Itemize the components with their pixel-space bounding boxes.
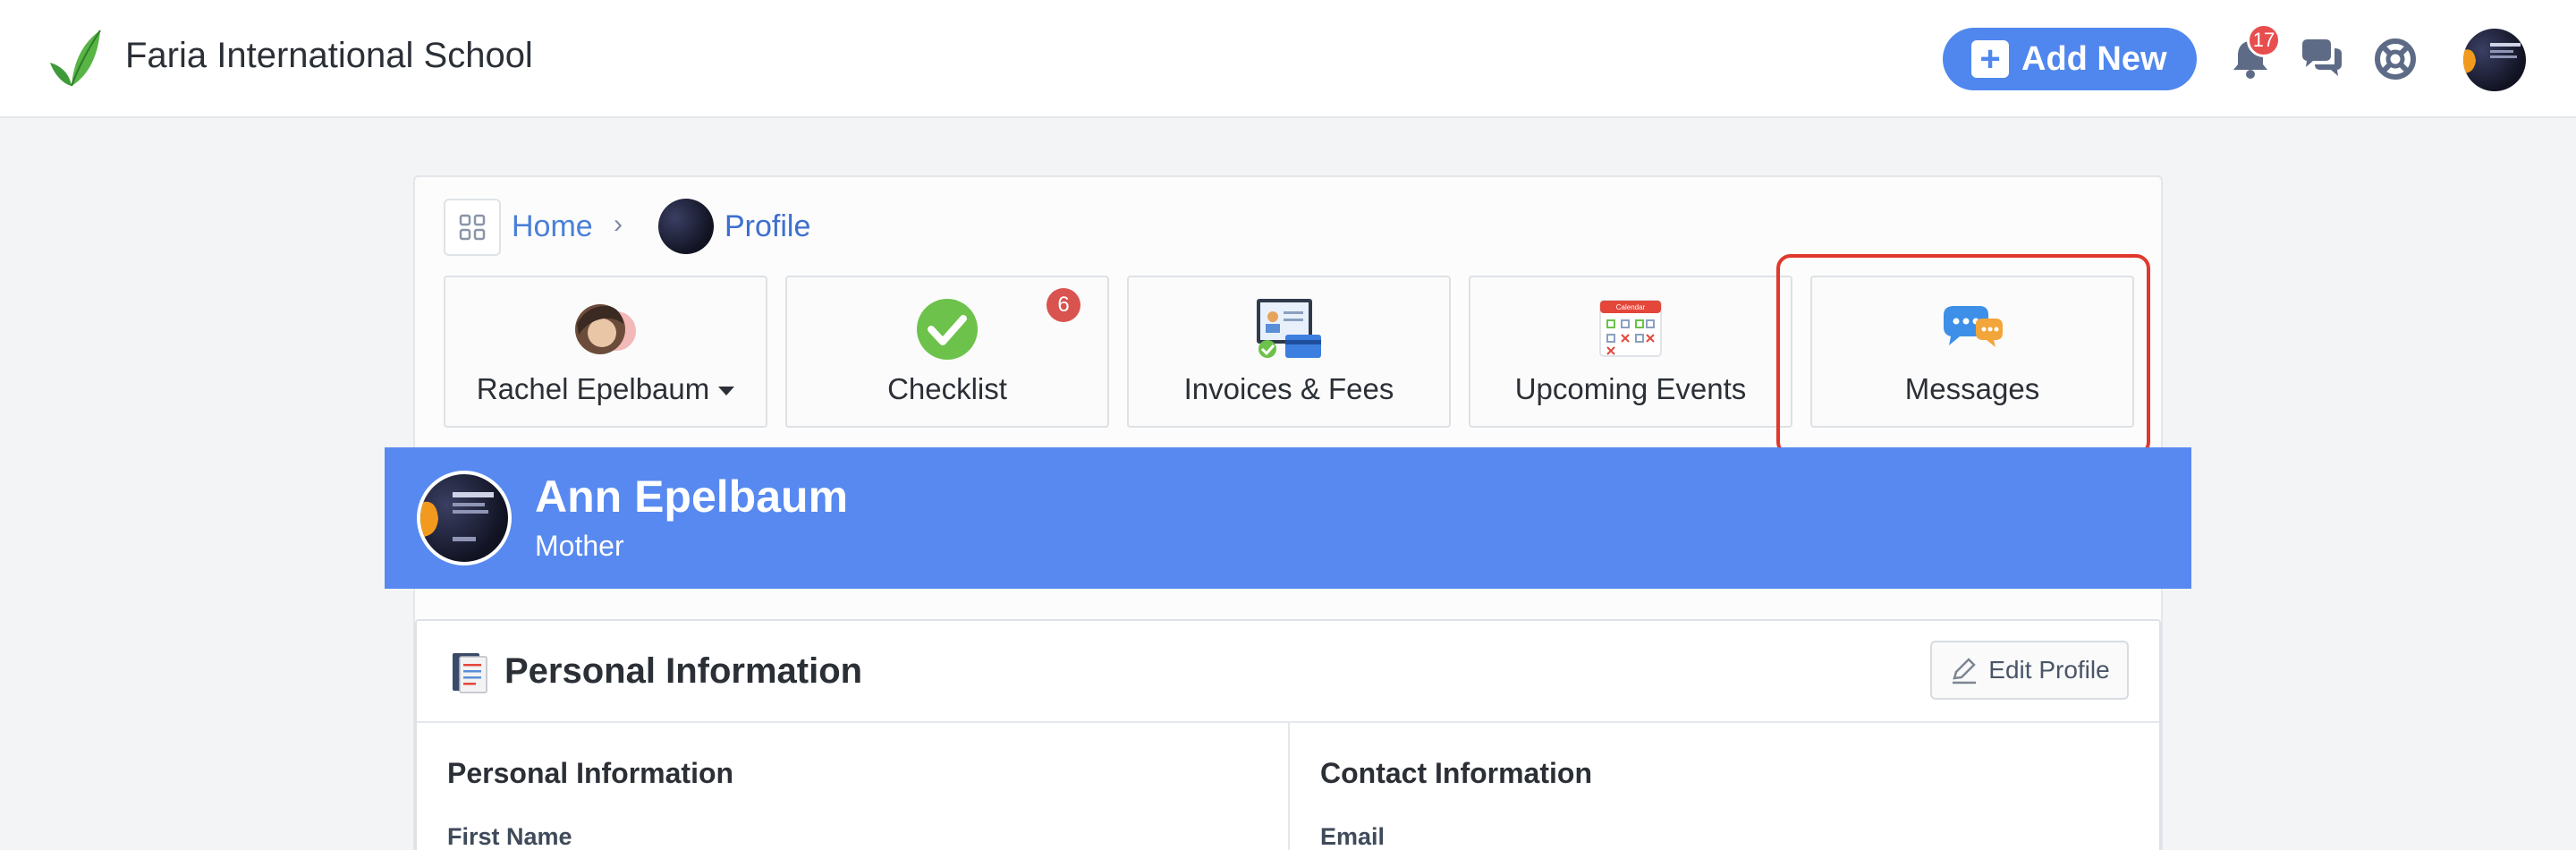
calendar-icon-text: Calendar: [1616, 303, 1646, 311]
messages-highlight-outline: [1776, 254, 2150, 456]
checklist-badge: 6: [1046, 288, 1080, 322]
tile-events[interactable]: Calendar Upcoming Events: [1469, 276, 1792, 428]
add-new-label: Add New: [2021, 39, 2167, 78]
column-divider: [1288, 723, 1290, 850]
chevron-right-icon: ›: [614, 209, 623, 239]
profile-name: Ann Epelbaum: [535, 472, 849, 522]
tile-invoices-label: Invoices & Fees: [1183, 372, 1394, 405]
help-lifebuoy-icon[interactable]: [2372, 36, 2419, 82]
tile-invoices[interactable]: Invoices & Fees: [1127, 276, 1451, 428]
top-header: Faria International School + Add New 17: [0, 0, 2576, 118]
section-personal-info: Personal Information: [447, 757, 734, 789]
personal-info-card: Personal Information Edit Profile Person…: [415, 619, 2161, 850]
clipboard-notes-icon: [453, 653, 487, 693]
tile-student[interactable]: Rachel Epelbaum: [444, 276, 767, 428]
grid-icon: [459, 214, 486, 241]
tile-checklist-label: Checklist: [887, 372, 1007, 405]
banner-avatar: [417, 471, 512, 565]
field-first-name-label: First Name: [447, 823, 572, 850]
notification-badge: 17: [2247, 23, 2281, 57]
edit-profile-button[interactable]: Edit Profile: [1930, 641, 2129, 700]
user-avatar[interactable]: [2463, 29, 2526, 91]
add-new-button[interactable]: + Add New: [1943, 28, 2197, 90]
student-avatars-icon: [575, 304, 636, 354]
school-name[interactable]: Faria International School: [125, 36, 533, 76]
firefox-avatar-icon: [2463, 43, 2521, 73]
profile-role: Mother: [535, 530, 624, 562]
checkmark-circle-icon: [917, 299, 978, 360]
breadcrumb-profile[interactable]: Profile: [724, 209, 810, 244]
section-contact-info: Contact Information: [1320, 757, 1592, 789]
apps-grid-button[interactable]: [444, 199, 501, 256]
pencil-icon: [1953, 658, 1977, 684]
profile-avatar: [658, 199, 714, 254]
invoice-card-icon: [1257, 299, 1321, 358]
personal-info-title: Personal Information: [504, 651, 863, 691]
profile-banner: Ann Epelbaum Mother: [385, 447, 2191, 589]
tile-events-label: Upcoming Events: [1514, 372, 1747, 405]
tile-student-label: Rachel Epelbaum: [476, 372, 710, 405]
field-email-label: Email: [1320, 823, 1385, 850]
caret-down-icon: [718, 387, 735, 396]
chat-icon[interactable]: [2299, 36, 2345, 82]
leaf-logo-icon[interactable]: [43, 27, 106, 89]
firefox-avatar-icon: [420, 492, 494, 541]
personal-info-header: Personal Information Edit Profile: [417, 621, 2159, 723]
breadcrumb-home[interactable]: Home: [512, 209, 593, 244]
calendar-icon: Calendar: [1599, 300, 1662, 357]
tile-checklist[interactable]: 6 Checklist: [785, 276, 1109, 428]
plus-icon: +: [1971, 40, 2009, 78]
edit-profile-label: Edit Profile: [1988, 656, 2110, 684]
